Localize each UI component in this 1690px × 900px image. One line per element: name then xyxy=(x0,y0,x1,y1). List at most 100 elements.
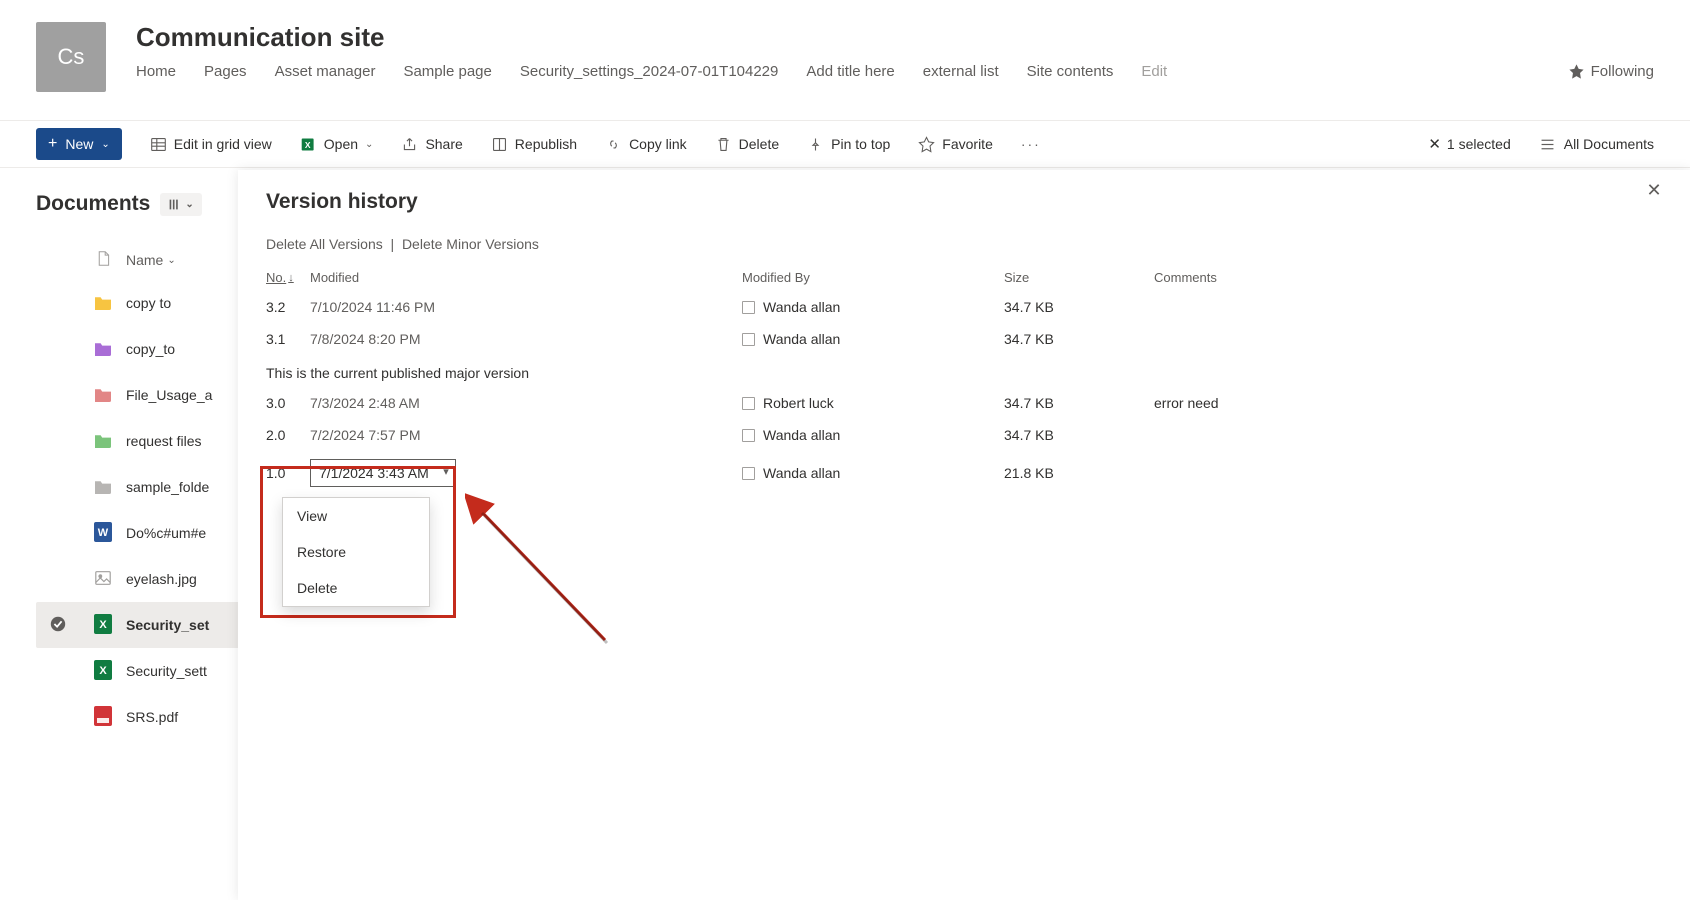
file-type-icon xyxy=(80,478,126,497)
doc-row[interactable]: SRS.pdf xyxy=(36,694,241,740)
doc-name[interactable]: File_Usage_a xyxy=(126,387,212,403)
new-button[interactable]: + New ⌄ xyxy=(36,128,122,160)
doc-name[interactable]: sample_folde xyxy=(126,479,209,495)
version-row[interactable]: 3.1 7/8/2024 8:20 PM Wanda allan 34.7 KB xyxy=(266,323,1662,355)
version-date-link[interactable]: 7/10/2024 11:46 PM xyxy=(310,299,435,315)
nav-home[interactable]: Home xyxy=(136,63,176,80)
nav-site-contents[interactable]: Site contents xyxy=(1027,63,1114,80)
pin-icon xyxy=(807,136,824,153)
svg-text:X: X xyxy=(99,619,107,631)
version-context-menu: View Restore Delete xyxy=(282,497,430,607)
col-no[interactable]: No.↓ xyxy=(266,270,310,285)
star-icon xyxy=(1568,63,1585,80)
current-version-note: This is the current published major vers… xyxy=(266,355,1662,387)
col-modified-by[interactable]: Modified By xyxy=(742,270,1004,285)
doc-name[interactable]: Do%c#um#e xyxy=(126,525,206,541)
col-comments[interactable]: Comments xyxy=(1154,270,1662,285)
presence-icon xyxy=(742,467,755,480)
doc-name[interactable]: eyelash.jpg xyxy=(126,571,197,587)
col-size[interactable]: Size xyxy=(1004,270,1154,285)
open-button[interactable]: X Open ⌄ xyxy=(300,136,374,153)
chevron-down-icon: ⌄ xyxy=(185,199,193,210)
delete-minor-versions-link[interactable]: Delete Minor Versions xyxy=(402,236,539,252)
site-header: Cs Communication site Home Pages Asset m… xyxy=(0,0,1690,120)
doc-row[interactable]: copy_to xyxy=(36,326,241,372)
more-button[interactable]: ··· xyxy=(1021,136,1041,152)
version-dropdown[interactable]: 7/1/2024 3:43 AM xyxy=(310,459,456,487)
doc-row[interactable]: eyelash.jpg xyxy=(36,556,241,602)
selected-count[interactable]: ✕ 1 selected xyxy=(1428,135,1510,153)
doc-name[interactable]: SRS.pdf xyxy=(126,709,178,725)
doc-name[interactable]: request files xyxy=(126,433,201,449)
doc-name[interactable]: copy_to xyxy=(126,341,175,357)
share-button[interactable]: Share xyxy=(401,136,462,153)
version-row-selected[interactable]: 1.0 7/1/2024 3:43 AM Wanda allan 21.8 KB xyxy=(266,451,1662,495)
favorite-button[interactable]: Favorite xyxy=(918,136,993,153)
close-button[interactable]: ✕ xyxy=(1642,178,1666,202)
excel-icon: X xyxy=(300,136,317,153)
doc-row[interactable]: X Security_set xyxy=(36,602,241,648)
version-row[interactable]: 2.0 7/2/2024 7:57 PM Wanda allan 34.7 KB xyxy=(266,419,1662,451)
doc-row[interactable]: X Security_sett xyxy=(36,648,241,694)
svg-text:X: X xyxy=(99,665,107,677)
nav-add-title[interactable]: Add title here xyxy=(806,63,894,80)
site-nav: Home Pages Asset manager Sample page Sec… xyxy=(136,63,1568,80)
version-date-link[interactable]: 7/3/2024 2:48 AM xyxy=(310,395,420,411)
book-icon xyxy=(491,136,508,153)
nav-pages[interactable]: Pages xyxy=(204,63,247,80)
menu-view[interactable]: View xyxy=(283,498,429,534)
version-table: No.↓ Modified Modified By Size Comments … xyxy=(266,270,1662,495)
menu-delete[interactable]: Delete xyxy=(283,570,429,606)
doc-row[interactable]: request files xyxy=(36,418,241,464)
chevron-down-icon: ⌄ xyxy=(365,139,373,150)
delete-button[interactable]: Delete xyxy=(715,136,779,153)
pin-button[interactable]: Pin to top xyxy=(807,136,890,153)
file-type-icon xyxy=(80,340,126,359)
file-type-icon: X xyxy=(80,614,126,637)
svg-text:X: X xyxy=(305,139,311,149)
nav-edit[interactable]: Edit xyxy=(1141,63,1167,80)
file-type-icon: X xyxy=(80,660,126,683)
file-type-icon xyxy=(80,706,126,729)
version-date-link[interactable]: 7/8/2024 8:20 PM xyxy=(310,331,421,347)
plus-icon: + xyxy=(48,135,57,153)
doc-name[interactable]: Security_set xyxy=(126,617,209,633)
doc-name[interactable]: Security_sett xyxy=(126,663,207,679)
nav-asset-manager[interactable]: Asset manager xyxy=(275,63,376,80)
following-button[interactable]: Following xyxy=(1568,63,1654,80)
nav-security-settings[interactable]: Security_settings_2024-07-01T104229 xyxy=(520,63,779,80)
version-date-link[interactable]: 7/2/2024 7:57 PM xyxy=(310,427,421,443)
menu-restore[interactable]: Restore xyxy=(283,534,429,570)
version-row[interactable]: 3.0 7/3/2024 2:48 AM Robert luck 34.7 KB… xyxy=(266,387,1662,419)
following-label: Following xyxy=(1591,63,1654,80)
doc-row[interactable]: W Do%c#um#e xyxy=(36,510,241,556)
name-column-header[interactable]: Name ⌄ xyxy=(126,252,241,268)
link-icon xyxy=(605,136,622,153)
file-type-icon xyxy=(80,569,126,590)
presence-icon xyxy=(742,333,755,346)
view-switcher[interactable]: ⌄ xyxy=(160,193,201,216)
nav-sample-page[interactable]: Sample page xyxy=(403,63,491,80)
doc-row[interactable]: sample_folde xyxy=(36,464,241,510)
sort-desc-icon: ↓ xyxy=(288,272,294,284)
file-type-icon xyxy=(80,294,126,313)
doc-row[interactable]: File_Usage_a xyxy=(36,372,241,418)
nav-external-list[interactable]: external list xyxy=(923,63,999,80)
presence-icon xyxy=(742,301,755,314)
close-icon: ✕ xyxy=(1428,135,1441,153)
delete-all-versions-link[interactable]: Delete All Versions xyxy=(266,236,383,252)
version-row[interactable]: 3.2 7/10/2024 11:46 PM Wanda allan 34.7 … xyxy=(266,291,1662,323)
doc-row[interactable]: copy to xyxy=(36,280,241,326)
ellipsis-icon: ··· xyxy=(1021,136,1041,152)
edit-grid-button[interactable]: Edit in grid view xyxy=(150,136,272,153)
doc-name[interactable]: copy to xyxy=(126,295,171,311)
col-modified[interactable]: Modified xyxy=(310,270,742,285)
bars-icon xyxy=(168,198,181,211)
version-table-header: No.↓ Modified Modified By Size Comments xyxy=(266,270,1662,291)
site-logo[interactable]: Cs xyxy=(36,22,106,92)
copy-link-button[interactable]: Copy link xyxy=(605,136,687,153)
republish-button[interactable]: Republish xyxy=(491,136,577,153)
row-checkbox[interactable] xyxy=(36,615,80,636)
all-documents-dropdown[interactable]: All Documents xyxy=(1539,136,1654,153)
grid-icon xyxy=(150,136,167,153)
